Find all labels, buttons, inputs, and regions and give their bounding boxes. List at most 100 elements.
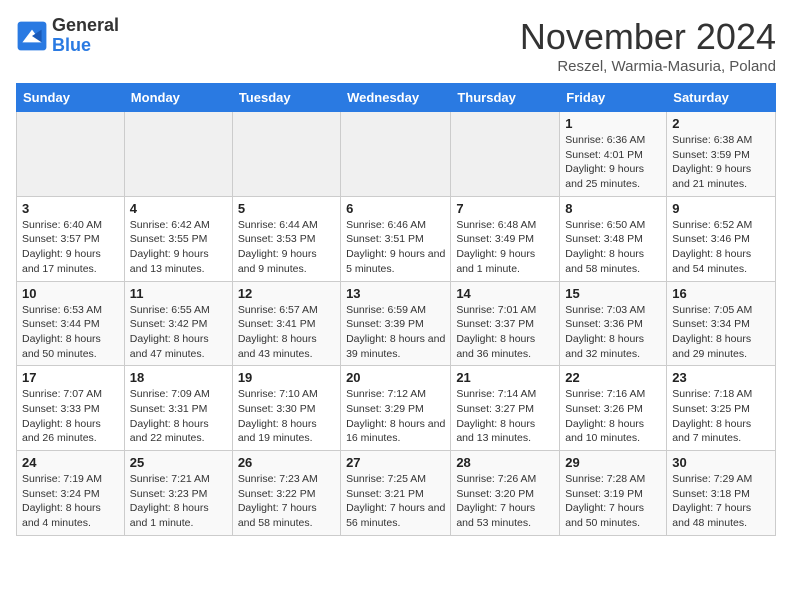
day-info: Sunrise: 7:03 AMSunset: 3:36 PMDaylight:… (565, 303, 661, 362)
day-info: Sunrise: 7:26 AMSunset: 3:20 PMDaylight:… (456, 472, 554, 531)
day-number: 25 (130, 455, 227, 470)
calendar-cell (341, 112, 451, 197)
calendar-cell: 3 Sunrise: 6:40 AMSunset: 3:57 PMDaylight… (17, 196, 125, 281)
day-number: 13 (346, 286, 445, 301)
day-info: Sunrise: 6:55 AMSunset: 3:42 PMDaylight:… (130, 303, 227, 362)
calendar-cell: 9 Sunrise: 6:52 AMSunset: 3:46 PMDaylight… (667, 196, 776, 281)
calendar-cell: 27 Sunrise: 7:25 AMSunset: 3:21 PMDayligh… (341, 451, 451, 536)
day-info: Sunrise: 7:09 AMSunset: 3:31 PMDaylight:… (130, 387, 227, 446)
calendar-cell: 4Sunrise: 6:42 AMSunset: 3:55 PMDaylight… (124, 196, 232, 281)
calendar-cell: 26 Sunrise: 7:23 AMSunset: 3:22 PMDayligh… (232, 451, 340, 536)
weekday-header-friday: Friday (560, 84, 667, 112)
day-info: Sunrise: 6:50 AMSunset: 3:48 PMDaylight:… (565, 218, 661, 277)
day-number: 11 (130, 286, 227, 301)
day-info: Sunrise: 6:52 AMSunset: 3:46 PMDaylight:… (672, 218, 770, 277)
day-info: Sunrise: 7:10 AMSunset: 3:30 PMDaylight:… (238, 387, 335, 446)
day-number: 26 (238, 455, 335, 470)
logo-text: General Blue (52, 16, 119, 56)
calendar-cell: 7 Sunrise: 6:48 AMSunset: 3:49 PMDaylight… (451, 196, 560, 281)
calendar-cell: 10 Sunrise: 6:53 AMSunset: 3:44 PMDayligh… (17, 281, 125, 366)
day-number: 24 (22, 455, 119, 470)
calendar-cell: 16 Sunrise: 7:05 AMSunset: 3:34 PMDayligh… (667, 281, 776, 366)
calendar-cell (124, 112, 232, 197)
calendar-cell: 21 Sunrise: 7:14 AMSunset: 3:27 PMDayligh… (451, 366, 560, 451)
month-title: November 2024 (520, 16, 776, 58)
day-info: Sunrise: 7:29 AMSunset: 3:18 PMDaylight:… (672, 472, 770, 531)
day-info: Sunrise: 7:07 AMSunset: 3:33 PMDaylight:… (22, 387, 119, 446)
day-number: 20 (346, 370, 445, 385)
day-number: 3 (22, 201, 119, 216)
calendar-cell: 1 Sunrise: 6:36 AMSunset: 4:01 PMDaylight… (560, 112, 667, 197)
title-area: November 2024 Reszel, Warmia-Masuria, Po… (520, 16, 776, 75)
day-number: 21 (456, 370, 554, 385)
day-number: 19 (238, 370, 335, 385)
calendar-cell: 8 Sunrise: 6:50 AMSunset: 3:48 PMDaylight… (560, 196, 667, 281)
calendar: SundayMondayTuesdayWednesdayThursdayFrid… (16, 83, 776, 536)
day-number: 1 (565, 116, 661, 131)
day-info: Sunrise: 6:44 AMSunset: 3:53 PMDaylight:… (238, 218, 335, 277)
day-info: Sunrise: 7:19 AMSunset: 3:24 PMDaylight:… (22, 472, 119, 531)
day-info: Sunrise: 6:59 AMSunset: 3:39 PMDaylight:… (346, 303, 445, 362)
calendar-cell: 25 Sunrise: 7:21 AMSunset: 3:23 PMDayligh… (124, 451, 232, 536)
day-number: 9 (672, 201, 770, 216)
calendar-cell: 29 Sunrise: 7:28 AMSunset: 3:19 PMDayligh… (560, 451, 667, 536)
calendar-cell (232, 112, 340, 197)
weekday-header-tuesday: Tuesday (232, 84, 340, 112)
calendar-cell: 20 Sunrise: 7:12 AMSunset: 3:29 PMDayligh… (341, 366, 451, 451)
day-info: Sunrise: 7:23 AMSunset: 3:22 PMDaylight:… (238, 472, 335, 531)
day-number: 15 (565, 286, 661, 301)
calendar-cell: 23 Sunrise: 7:18 AMSunset: 3:25 PMDayligh… (667, 366, 776, 451)
weekday-header-monday: Monday (124, 84, 232, 112)
day-number: 23 (672, 370, 770, 385)
day-info: Sunrise: 7:25 AMSunset: 3:21 PMDaylight:… (346, 472, 445, 531)
day-number: 18 (130, 370, 227, 385)
day-info: Sunrise: 6:40 AMSunset: 3:57 PMDaylight:… (22, 218, 119, 277)
calendar-cell: 12 Sunrise: 6:57 AMSunset: 3:41 PMDayligh… (232, 281, 340, 366)
day-number: 22 (565, 370, 661, 385)
calendar-cell: 24 Sunrise: 7:19 AMSunset: 3:24 PMDayligh… (17, 451, 125, 536)
subtitle: Reszel, Warmia-Masuria, Poland (520, 58, 776, 75)
day-info: Sunrise: 6:48 AMSunset: 3:49 PMDaylight:… (456, 218, 554, 277)
day-number: 14 (456, 286, 554, 301)
day-number: 28 (456, 455, 554, 470)
calendar-cell: 5Sunrise: 6:44 AMSunset: 3:53 PMDaylight… (232, 196, 340, 281)
day-number: 29 (565, 455, 661, 470)
day-number: 12 (238, 286, 335, 301)
day-number: 7 (456, 201, 554, 216)
calendar-cell: 17 Sunrise: 7:07 AMSunset: 3:33 PMDayligh… (17, 366, 125, 451)
day-info: Sunrise: 7:12 AMSunset: 3:29 PMDaylight:… (346, 387, 445, 446)
day-info: Sunrise: 6:53 AMSunset: 3:44 PMDaylight:… (22, 303, 119, 362)
calendar-cell: 19 Sunrise: 7:10 AMSunset: 3:30 PMDayligh… (232, 366, 340, 451)
calendar-cell: 30 Sunrise: 7:29 AMSunset: 3:18 PMDayligh… (667, 451, 776, 536)
day-info: Sunrise: 7:21 AMSunset: 3:23 PMDaylight:… (130, 472, 227, 531)
calendar-cell: 13 Sunrise: 6:59 AMSunset: 3:39 PMDayligh… (341, 281, 451, 366)
day-info: Sunrise: 7:14 AMSunset: 3:27 PMDaylight:… (456, 387, 554, 446)
day-number: 6 (346, 201, 445, 216)
weekday-header-sunday: Sunday (17, 84, 125, 112)
day-info: Sunrise: 6:57 AMSunset: 3:41 PMDaylight:… (238, 303, 335, 362)
calendar-cell (451, 112, 560, 197)
day-number: 10 (22, 286, 119, 301)
weekday-header-wednesday: Wednesday (341, 84, 451, 112)
day-info: Sunrise: 6:46 AMSunset: 3:51 PMDaylight:… (346, 218, 445, 277)
day-number: 17 (22, 370, 119, 385)
calendar-cell: 22Sunrise: 7:16 AMSunset: 3:26 PMDayligh… (560, 366, 667, 451)
logo-icon (16, 20, 48, 52)
day-number: 16 (672, 286, 770, 301)
day-info: Sunrise: 7:01 AMSunset: 3:37 PMDaylight:… (456, 303, 554, 362)
weekday-header-thursday: Thursday (451, 84, 560, 112)
day-number: 27 (346, 455, 445, 470)
day-info: Sunrise: 7:05 AMSunset: 3:34 PMDaylight:… (672, 303, 770, 362)
day-info: Sunrise: 7:18 AMSunset: 3:25 PMDaylight:… (672, 387, 770, 446)
day-number: 8 (565, 201, 661, 216)
calendar-cell: 14 Sunrise: 7:01 AMSunset: 3:37 PMDayligh… (451, 281, 560, 366)
calendar-cell: 11 Sunrise: 6:55 AMSunset: 3:42 PMDayligh… (124, 281, 232, 366)
day-number: 4 (130, 201, 227, 216)
calendar-cell: 18 Sunrise: 7:09 AMSunset: 3:31 PMDayligh… (124, 366, 232, 451)
day-number: 30 (672, 455, 770, 470)
day-info: Sunrise: 7:28 AMSunset: 3:19 PMDaylight:… (565, 472, 661, 531)
day-info: Sunrise: 6:36 AMSunset: 4:01 PMDaylight:… (565, 133, 661, 192)
day-number: 2 (672, 116, 770, 131)
logo: General Blue (16, 16, 119, 56)
calendar-cell: 2Sunrise: 6:38 AMSunset: 3:59 PMDaylight… (667, 112, 776, 197)
